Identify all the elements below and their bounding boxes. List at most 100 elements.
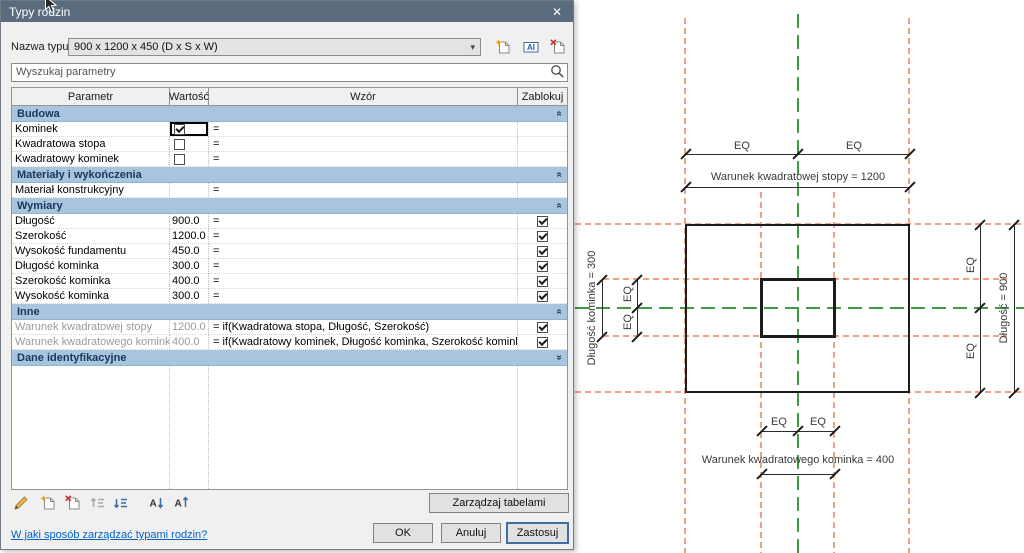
dim-label-eq[interactable]: EQ [965, 257, 977, 273]
param-lock-cell [518, 122, 567, 137]
type-name-combobox[interactable]: 900 x 1200 x 450 (D x S x W) ▾ [68, 38, 481, 56]
param-value-cell[interactable]: 1200.0 [170, 229, 209, 244]
lock-checkbox[interactable] [537, 231, 548, 242]
search-icon[interactable] [550, 64, 565, 84]
param-lock-cell[interactable] [518, 320, 567, 335]
section-header-budowa[interactable]: Budowa« [12, 106, 567, 122]
section-header-dane[interactable]: Dane identyfikacyjne» [12, 350, 567, 366]
param-lock-cell[interactable] [518, 335, 567, 350]
dialog-titlebar[interactable]: Typy rodzin ✕ [1, 1, 573, 22]
dim-line-chimney-width[interactable] [762, 474, 835, 475]
dim-line-chimney-length[interactable] [602, 280, 603, 337]
column-header-lock: Zablokuj [518, 88, 567, 105]
param-value-cell[interactable] [170, 137, 209, 152]
dim-label-eq[interactable]: EQ [734, 140, 750, 152]
param-formula[interactable]: = [209, 214, 518, 229]
param-value-cell[interactable]: 400.0 [170, 335, 209, 350]
dim-label-eq[interactable]: EQ [771, 416, 787, 428]
param-value-cell[interactable]: 450.0 [170, 244, 209, 259]
param-value-cell[interactable]: 1200.0 [170, 320, 209, 335]
param-formula[interactable]: = [209, 229, 518, 244]
param-lock-cell[interactable] [518, 259, 567, 274]
cancel-button[interactable]: Anuluj [441, 523, 501, 543]
dim-label-eq[interactable]: EQ [810, 416, 826, 428]
param-checkbox[interactable] [174, 139, 185, 150]
param-formula[interactable]: = [209, 152, 518, 167]
manage-tables-button[interactable]: Zarządzaj tabelami [429, 493, 569, 513]
column-header-parameter: Parametr [12, 88, 170, 105]
param-formula[interactable]: = [209, 274, 518, 289]
lock-checkbox[interactable] [537, 337, 548, 348]
dim-label-eq[interactable]: EQ [846, 140, 862, 152]
param-formula[interactable]: = [209, 137, 518, 152]
param-row: Szerokość kominka400.0= [12, 274, 567, 289]
param-value-cell[interactable] [170, 152, 209, 167]
param-value-cell[interactable] [170, 122, 209, 137]
lock-checkbox[interactable] [537, 276, 548, 287]
param-formula[interactable]: = if(Kwadratowy kominek, Długość kominka… [209, 335, 518, 350]
param-lock-cell[interactable] [518, 229, 567, 244]
help-link[interactable]: W jaki sposób zarządzać typami rodzin? [11, 529, 207, 541]
move-up-icon[interactable] [89, 494, 107, 512]
chevron-double-up-icon[interactable]: « [554, 172, 565, 178]
dim-label-length[interactable]: Długość = 900 [998, 273, 1010, 344]
chevron-double-down-icon[interactable]: » [554, 355, 565, 361]
param-row: Szerokość1200.0= [12, 229, 567, 244]
sort-descending-icon[interactable]: A [173, 494, 191, 512]
param-checkbox[interactable] [174, 154, 185, 165]
chimney-rectangle[interactable] [760, 278, 836, 338]
param-formula[interactable]: = [209, 259, 518, 274]
param-formula[interactable]: = [209, 289, 518, 304]
lock-checkbox[interactable] [537, 322, 548, 333]
dim-line-length[interactable] [1014, 225, 1015, 393]
param-formula[interactable]: = if(Kwadratowa stopa, Długość, Szerokoś… [209, 320, 518, 335]
param-value-cell[interactable] [170, 183, 209, 198]
lock-checkbox[interactable] [537, 291, 548, 302]
empty-cell [518, 366, 567, 489]
new-type-button[interactable] [494, 38, 512, 56]
param-checkbox[interactable] [174, 124, 185, 135]
chevron-down-icon[interactable]: ▾ [470, 42, 475, 53]
edit-parameter-icon[interactable] [12, 494, 30, 512]
param-row: Wysokość kominka300.0= [12, 289, 567, 304]
param-formula[interactable]: = [209, 122, 518, 137]
lock-checkbox[interactable] [537, 216, 548, 227]
param-name: Warunek kwadratowego kominka [12, 335, 170, 350]
chevron-double-up-icon[interactable]: « [554, 203, 565, 209]
param-lock-cell[interactable] [518, 214, 567, 229]
dim-label-square-chimney[interactable]: Warunek kwadratowego kominka = 400 [702, 454, 895, 466]
delete-parameter-icon[interactable] [64, 494, 82, 512]
delete-type-button[interactable] [549, 38, 567, 56]
param-value-cell[interactable]: 400.0 [170, 274, 209, 289]
param-value-cell[interactable]: 300.0 [170, 289, 209, 304]
section-header-wymiary[interactable]: Wymiary« [12, 198, 567, 214]
lock-checkbox[interactable] [537, 261, 548, 272]
dim-label-eq[interactable]: EQ [965, 343, 977, 359]
rename-type-button[interactable]: AI [522, 38, 540, 56]
section-header-inne[interactable]: Inne« [12, 304, 567, 320]
search-input[interactable] [11, 63, 568, 82]
param-value-cell[interactable]: 900.0 [170, 214, 209, 229]
chevron-double-up-icon[interactable]: « [554, 309, 565, 315]
dim-line-footing-width[interactable] [686, 187, 910, 188]
param-formula[interactable]: = [209, 244, 518, 259]
param-lock-cell[interactable] [518, 289, 567, 304]
dim-label-eq[interactable]: EQ [622, 314, 634, 330]
param-lock-cell[interactable] [518, 274, 567, 289]
param-value-cell[interactable]: 300.0 [170, 259, 209, 274]
sort-ascending-icon[interactable]: A [148, 494, 166, 512]
lock-checkbox[interactable] [537, 246, 548, 257]
dim-label-square-footing[interactable]: Warunek kwadratowej stopy = 1200 [711, 171, 885, 183]
dim-label-eq[interactable]: EQ [622, 286, 634, 302]
param-name: Długość kominka [12, 259, 170, 274]
move-down-icon[interactable] [112, 494, 130, 512]
chevron-double-up-icon[interactable]: « [554, 111, 565, 117]
apply-button[interactable]: Zastosuj [506, 522, 569, 544]
dim-label-chimney-length[interactable]: Długość kominka = 300 [586, 251, 598, 366]
close-icon[interactable]: ✕ [549, 4, 565, 20]
section-header-materialy[interactable]: Materiały i wykończenia« [12, 167, 567, 183]
ok-button[interactable]: OK [373, 523, 433, 543]
new-parameter-icon[interactable] [39, 494, 57, 512]
param-lock-cell[interactable] [518, 244, 567, 259]
param-formula[interactable]: = [209, 183, 518, 198]
